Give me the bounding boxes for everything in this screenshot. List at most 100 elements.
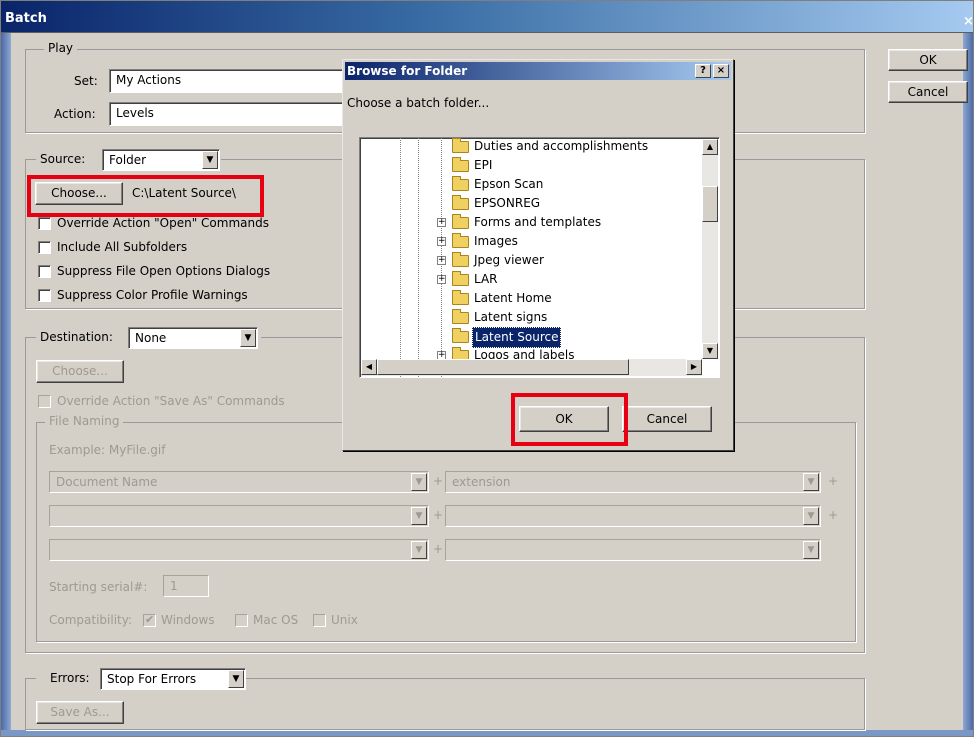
set-select[interactable]: My Actions	[109, 69, 349, 93]
window-border-left	[1, 33, 11, 736]
folder-label: Latent signs	[474, 310, 548, 324]
chevron-down-icon[interactable]: ▼	[411, 473, 427, 491]
plus-sign: +	[433, 474, 444, 488]
chevron-down-icon[interactable]: ▼	[411, 507, 427, 525]
scroll-up-icon[interactable]: ▲	[702, 139, 718, 155]
chevron-down-icon[interactable]: ▼	[411, 541, 427, 559]
folder-icon	[452, 290, 469, 305]
browse-cancel-button[interactable]: Cancel	[622, 406, 712, 432]
include-subfolders-checkbox[interactable]	[38, 241, 51, 254]
destination-legend: Destination: None ▼	[36, 327, 261, 349]
folder-label: Duties and accomplishments	[474, 139, 649, 153]
help-icon[interactable]: ?	[695, 64, 711, 78]
folder-row[interactable]: Latent Source	[360, 327, 700, 348]
source-label: Source:	[40, 152, 86, 166]
naming-row2-left-select[interactable]: ▼	[49, 505, 429, 527]
folder-row[interactable]: + LAR	[360, 270, 700, 289]
scroll-thumb[interactable]	[377, 359, 629, 375]
choose-highlight	[27, 175, 264, 217]
save-as-button[interactable]: Save As...	[36, 701, 124, 724]
naming-row1-left-select[interactable]: Document Name ▼	[49, 471, 429, 493]
expand-icon[interactable]: +	[437, 237, 446, 246]
naming-row1-right-select[interactable]: extension ▼	[445, 471, 821, 493]
naming-row1-left-value: Document Name	[56, 475, 158, 489]
file-naming-example: Example: MyFile.gif	[49, 443, 166, 457]
folder-icon	[452, 271, 469, 286]
errors-value: Stop For Errors	[107, 672, 197, 686]
starting-serial-label: Starting serial#:	[49, 580, 148, 594]
cancel-button[interactable]: Cancel	[888, 81, 968, 103]
destination-select[interactable]: None ▼	[128, 327, 258, 349]
tree-horizontal-scrollbar[interactable]: ◀ ▶	[361, 359, 702, 376]
destination-choose-button[interactable]: Choose...	[36, 360, 124, 383]
ok-highlight	[511, 393, 628, 446]
tree-vertical-scrollbar[interactable]: ▲ ▼	[702, 139, 718, 359]
expand-icon[interactable]: +	[437, 275, 446, 284]
play-legend: Play	[44, 41, 78, 55]
scroll-right-icon[interactable]: ▶	[686, 359, 702, 375]
source-select[interactable]: Folder ▼	[102, 149, 220, 171]
folder-icon	[452, 328, 469, 343]
folder-label: Forms and templates	[474, 215, 602, 229]
folder-row[interactable]: + Forms and templates	[360, 213, 700, 232]
plus-sign: +	[828, 474, 839, 488]
folder-icon	[452, 309, 469, 324]
chevron-down-icon[interactable]: ▼	[803, 507, 819, 525]
suppress-color-profile-checkbox[interactable]	[38, 289, 51, 302]
window-border-bottom	[1, 730, 973, 736]
plus-sign: +	[433, 542, 444, 556]
override-open-checkbox[interactable]	[38, 217, 51, 230]
chevron-down-icon[interactable]: ▼	[803, 541, 819, 559]
naming-row2-right-select[interactable]: ▼	[445, 505, 821, 527]
suppress-color-profile-label: Suppress Color Profile Warnings	[57, 288, 248, 302]
folder-label: Latent Home	[474, 291, 552, 305]
folder-row[interactable]: Latent signs	[360, 308, 700, 327]
folder-icon	[452, 252, 469, 267]
batch-window: Batch × OK Cancel Play Set: My Actions A…	[0, 0, 974, 737]
window-title: Batch	[5, 11, 47, 26]
folder-row[interactable]: + Jpeg viewer	[360, 251, 700, 270]
override-save-as-checkbox[interactable]	[38, 395, 51, 408]
browse-prompt: Choose a batch folder...	[347, 96, 490, 110]
chevron-down-icon[interactable]: ▼	[228, 670, 244, 688]
close-icon[interactable]: ×	[713, 64, 729, 78]
browse-title: Browse for Folder	[347, 64, 468, 78]
folder-label: EPSONREG	[474, 196, 541, 210]
action-label: Action:	[54, 107, 96, 121]
scroll-thumb[interactable]	[702, 186, 718, 222]
errors-select[interactable]: Stop For Errors ▼	[100, 668, 246, 690]
folder-tree[interactable]: Duties and accomplishments EPI Epson Scan E…	[359, 137, 720, 378]
errors-group: Errors: Stop For Errors ▼ Save As...	[25, 668, 865, 730]
chevron-down-icon[interactable]: ▼	[202, 151, 218, 169]
folder-icon	[452, 214, 469, 229]
folder-row[interactable]: Epson Scan	[360, 175, 700, 194]
scroll-left-icon[interactable]: ◀	[361, 359, 377, 375]
browse-title-bar: Browse for Folder ? ×	[345, 62, 731, 80]
close-icon[interactable]: ×	[963, 14, 974, 29]
naming-row3-right-select[interactable]: ▼	[445, 539, 821, 561]
scroll-down-icon[interactable]: ▼	[702, 343, 718, 359]
chevron-down-icon[interactable]: ▼	[240, 329, 256, 347]
suppress-open-options-checkbox[interactable]	[38, 265, 51, 278]
override-open-label: Override Action "Open" Commands	[57, 216, 269, 230]
starting-serial-input[interactable]: 1	[163, 575, 209, 597]
expand-icon[interactable]: +	[437, 218, 446, 227]
folder-row[interactable]: Latent Home	[360, 289, 700, 308]
chevron-down-icon[interactable]: ▼	[803, 473, 819, 491]
compat-mac-checkbox[interactable]	[235, 614, 248, 627]
override-save-as-label: Override Action "Save As" Commands	[57, 394, 285, 408]
errors-label: Errors:	[50, 671, 90, 685]
naming-row3-left-select[interactable]: ▼	[49, 539, 429, 561]
folder-row[interactable]: + Images	[360, 232, 700, 251]
compat-windows-checkbox[interactable]	[143, 613, 156, 627]
action-select[interactable]: Levels	[109, 102, 349, 126]
folder-icon	[452, 157, 469, 172]
expand-icon[interactable]: +	[437, 256, 446, 265]
compat-unix-checkbox[interactable]	[313, 614, 326, 627]
folder-row[interactable]: EPSONREG	[360, 194, 700, 213]
compatibility-label: Compatibility:	[49, 613, 133, 627]
folder-row[interactable]: EPI	[360, 156, 700, 175]
action-value: Levels	[116, 106, 154, 120]
ok-button[interactable]: OK	[888, 49, 968, 71]
folder-row[interactable]: Duties and accomplishments	[360, 138, 700, 156]
